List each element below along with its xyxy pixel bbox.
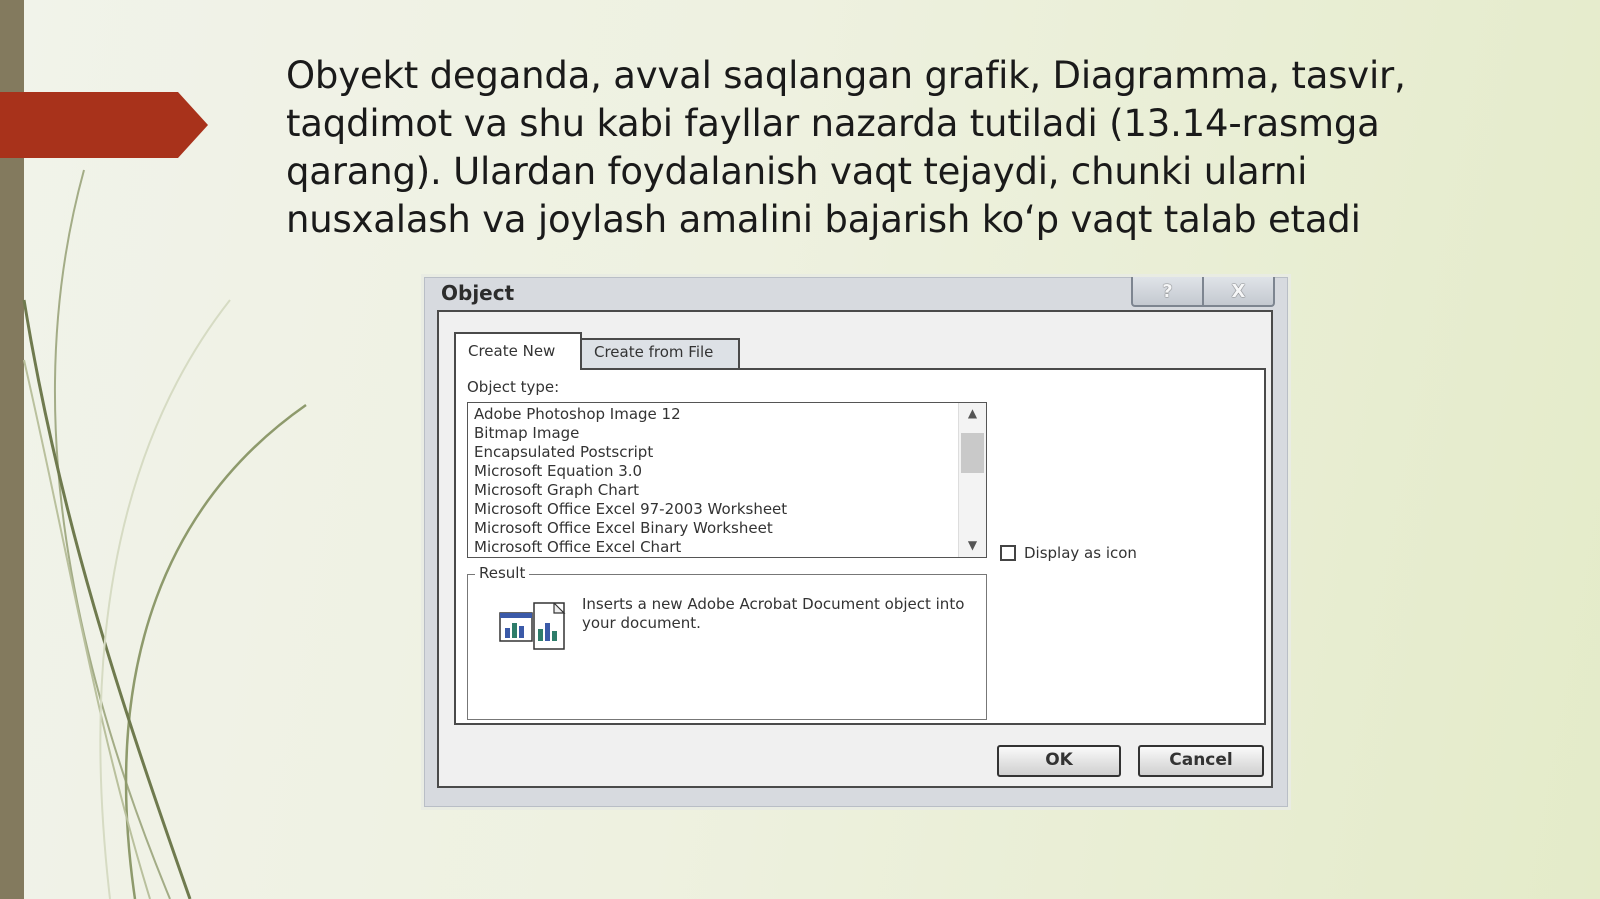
slide-body-text: Obyekt deganda, avval saqlangan grafik, … bbox=[286, 54, 1406, 241]
display-as-icon-option[interactable]: Display as icon bbox=[1000, 544, 1137, 562]
scroll-down-icon[interactable]: ▼ bbox=[959, 535, 986, 555]
list-item[interactable]: Encapsulated Postscript bbox=[474, 443, 959, 462]
scroll-thumb[interactable] bbox=[961, 433, 984, 473]
listbox-scrollbar[interactable]: ▲ ▼ bbox=[958, 403, 986, 557]
dialog-titlebar: Object ? X bbox=[425, 277, 1287, 308]
ok-button[interactable]: OK bbox=[997, 745, 1121, 777]
list-item[interactable]: Microsoft Equation 3.0 bbox=[474, 462, 959, 481]
red-arrow-accent bbox=[0, 92, 208, 158]
list-item[interactable]: Microsoft Office Excel Chart bbox=[474, 538, 959, 557]
close-button[interactable]: X bbox=[1202, 277, 1273, 305]
dialog-title: Object bbox=[441, 281, 515, 305]
object-type-label: Object type: bbox=[467, 378, 560, 396]
object-dialog: Object ? X Create New Create from File O… bbox=[424, 277, 1288, 807]
object-type-list: Adobe Photoshop Image 12 Bitmap Image En… bbox=[474, 405, 959, 557]
list-item[interactable]: Microsoft Graph Chart bbox=[474, 481, 959, 500]
list-item[interactable]: Microsoft Office Excel 97-2003 Worksheet bbox=[474, 500, 959, 519]
list-item[interactable]: Adobe Photoshop Image 12 bbox=[474, 405, 959, 424]
display-as-icon-checkbox[interactable] bbox=[1000, 545, 1016, 561]
tab-create-new[interactable]: Create New bbox=[454, 332, 582, 370]
result-group: Result Inserts a new Adobe Acrobat Docum… bbox=[467, 564, 987, 720]
result-description: Inserts a new Adobe Acrobat Document obj… bbox=[582, 595, 965, 632]
titlebar-buttons: ? X bbox=[1131, 277, 1275, 307]
result-label: Result bbox=[475, 564, 530, 582]
cancel-button[interactable]: Cancel bbox=[1138, 745, 1264, 777]
scroll-up-icon[interactable]: ▲ bbox=[959, 403, 986, 423]
dialog-client-area: Create New Create from File Object type:… bbox=[437, 310, 1273, 788]
object-type-listbox[interactable]: Adobe Photoshop Image 12 Bitmap Image En… bbox=[467, 402, 987, 558]
list-item[interactable]: Microsoft Office Excel Binary Worksheet bbox=[474, 519, 959, 538]
help-button[interactable]: ? bbox=[1133, 277, 1202, 305]
create-new-panel: Object type: Adobe Photoshop Image 12 Bi… bbox=[454, 368, 1266, 725]
tab-create-from-file[interactable]: Create from File bbox=[580, 338, 740, 368]
insert-object-icon bbox=[499, 602, 566, 650]
list-item[interactable]: Bitmap Image bbox=[474, 424, 959, 443]
display-as-icon-label: Display as icon bbox=[1024, 544, 1137, 562]
